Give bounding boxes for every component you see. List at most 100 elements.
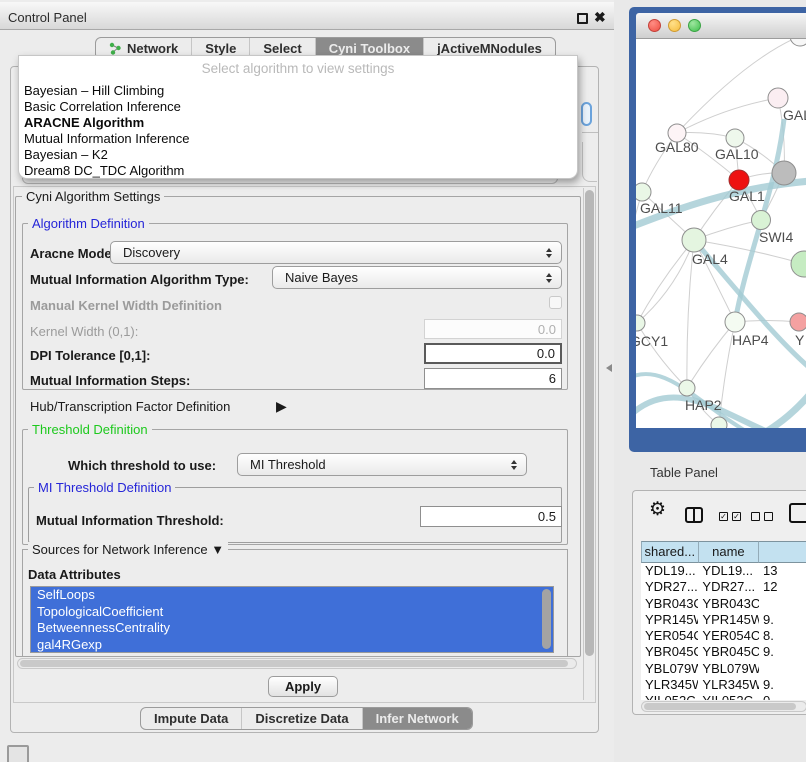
data-attributes-list[interactable]: SelfLoops TopologicalCoefficient Between… [30,586,554,653]
sources-group-title[interactable]: Sources for Network Inference ▼ [28,542,228,557]
table-row[interactable]: YLR345WYLR345W9. [641,677,806,693]
scrollbar-thumb[interactable] [585,190,594,656]
mi-steps-field[interactable]: 6 [424,368,562,389]
hub-definition-label[interactable]: Hub/Transcription Factor Definition [30,399,230,414]
deselect-checkbox-icon[interactable] [764,512,773,521]
mi-threshold-field[interactable]: 0.5 [420,506,562,527]
table-row[interactable]: YDR27...YDR27...12 [641,579,806,595]
node[interactable] [791,251,806,277]
table-mode-icon[interactable] [789,503,806,523]
mi-type-combobox[interactable]: Naive Bayes [272,266,562,289]
dpi-tolerance-label: DPI Tolerance [0,1]: [30,348,150,363]
cell: YPR145W [641,612,698,628]
select-all-checkbox-icon[interactable]: ✓ [719,512,728,521]
table-body: YDL19...YDL19...13 YDR27...YDR27...12 YB… [641,563,806,700]
dpi-tolerance-value: 0.0 [537,346,555,361]
cell: 9. [759,612,806,628]
cell: YIL052C [641,693,698,700]
network-window-titlebar[interactable] [636,13,806,39]
node-attribute-table: shared... name YDL19...YDL19...13 YDR27.… [641,541,806,700]
network-icon [109,42,122,55]
column-header[interactable]: shared... [641,541,699,563]
aracne-mode-combobox[interactable]: Discovery [110,241,562,264]
manual-kernel-checkbox[interactable] [549,296,562,309]
cell [759,661,806,677]
table-row[interactable]: YER054CYER054C8. [641,628,806,644]
network-canvas[interactable]: GAL GAL80 GAL10 GAL1 GAL11 SWI4 GAL4 HAP… [636,39,806,428]
algorithm-option[interactable]: Mutual Information Inference [24,131,189,147]
list-item[interactable]: TopologicalCoefficient [31,604,553,621]
column-header[interactable]: name [699,541,760,563]
zoom-traffic-light-icon[interactable] [688,19,701,32]
cell: YBR043C [641,596,698,612]
algorithm-option[interactable]: Bayesian – K2 [24,147,108,163]
minimize-traffic-light-icon[interactable] [668,19,681,32]
deselect-checkbox-icon[interactable] [751,512,760,521]
cell: 0 [759,693,806,700]
select-all-checkbox-icon[interactable]: ✓ [732,512,741,521]
node-label: GAL4 [692,251,728,267]
kernel-width-field[interactable]: 0.0 [424,319,562,339]
panel-divider-handle[interactable] [606,364,612,372]
table-row[interactable]: YBR043CYBR043C [641,596,806,612]
table-row[interactable]: YDL19...YDL19...13 [641,563,806,579]
table-row[interactable]: YIL052CYIL052C0 [641,693,806,700]
float-panel-icon[interactable] [577,13,588,24]
dpi-tolerance-field[interactable]: 0.0 [424,343,562,364]
apply-button[interactable]: Apply [268,676,338,697]
cell: 12 [759,579,806,595]
list-item[interactable]: gal4RGexp [31,637,553,654]
settings-horizontal-scrollbar[interactable] [17,658,577,669]
list-scrollbar-thumb[interactable] [542,589,551,649]
window-grip[interactable] [7,745,29,762]
node-gal4[interactable] [682,228,706,252]
node-y[interactable] [790,313,806,331]
scrollbar-thumb[interactable] [20,660,568,667]
node-gal1-selected[interactable] [729,170,749,190]
table-row[interactable]: YPR145WYPR145W9. [641,612,806,628]
list-item[interactable]: SelfLoops [31,587,553,604]
algorithm-definition-title: Algorithm Definition [28,216,149,231]
node[interactable] [711,417,727,428]
tab-infer-network[interactable]: Infer Network [362,708,472,729]
cell: YER054C [698,628,759,644]
algorithm-option[interactable]: Dream8 DC_TDC Algorithm [24,163,184,179]
table-row[interactable]: YBR045CYBR045C9. [641,644,806,660]
app-root: Control Panel ✖ Network Style Select Cyn… [0,0,806,762]
algorithm-option-selected[interactable]: ARACNE Algorithm [24,115,144,131]
settings-vertical-scrollbar[interactable] [583,188,596,700]
mi-threshold-label: Mutual Information Threshold: [36,513,224,528]
node-gray[interactable] [772,161,796,185]
node-hap2[interactable] [679,380,695,396]
tab-impute-data[interactable]: Impute Data [141,708,241,729]
cell: 9. [759,644,806,660]
close-traffic-light-icon[interactable] [648,19,661,32]
collapse-arrow-icon[interactable]: ▶ [276,398,287,415]
list-item[interactable]: BetweennessCentrality [31,620,553,637]
node-swi4[interactable] [752,211,771,230]
threshold-definition-title: Threshold Definition [28,422,152,437]
close-icon[interactable]: ✖ [594,9,606,26]
node-gal11[interactable] [636,183,651,201]
algorithm-option[interactable]: Bayesian – Hill Climbing [24,83,164,99]
node-hap4[interactable] [725,312,745,332]
scrollbar-thumb[interactable] [644,703,796,710]
table-horizontal-scrollbar[interactable] [641,701,806,712]
node[interactable] [790,39,806,46]
tab-discretize-data[interactable]: Discretize Data [241,708,361,729]
panel-title: Control Panel [8,10,87,25]
gear-icon[interactable]: ⚙ [649,498,666,521]
node-gal10[interactable] [726,129,744,147]
node-label: HAP2 [685,397,722,413]
kernel-width-value: 0.0 [538,322,556,337]
cell: YER054C [641,628,698,644]
table-row[interactable]: YBL079WYBL079W [641,661,806,677]
table-panel: ⚙ ✓ ✓ shared... name YDL19...YDL19...13 … [632,490,806,715]
tab-impute-data-label: Impute Data [154,708,228,729]
column-header[interactable] [759,541,806,563]
cell: YBR045C [641,644,698,660]
algorithm-option[interactable]: Basic Correlation Inference [24,99,181,115]
columns-icon[interactable] [685,507,703,523]
which-threshold-combobox[interactable]: MI Threshold [237,453,527,476]
node-gal[interactable] [768,88,788,108]
